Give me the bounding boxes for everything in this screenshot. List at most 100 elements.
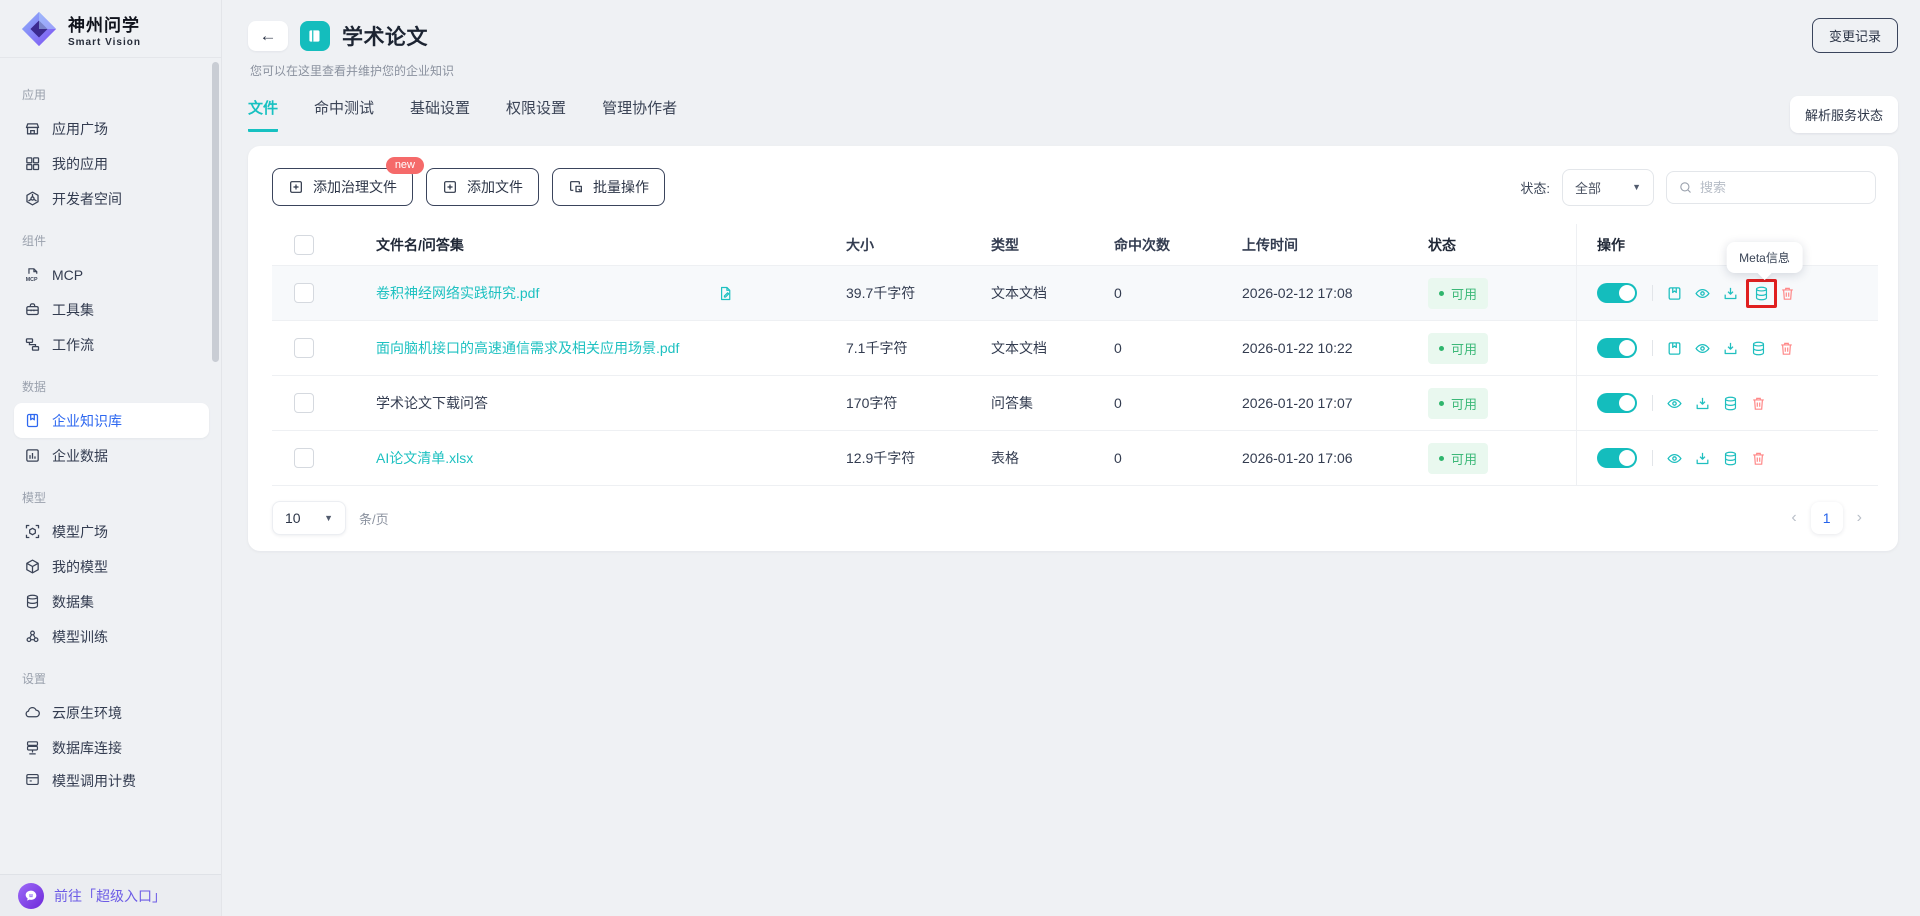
status-badge: 可用 bbox=[1428, 332, 1489, 364]
change-log-button[interactable]: 变更记录 bbox=[1811, 18, 1898, 53]
sidebar-scrollbar-thumb[interactable] bbox=[212, 62, 219, 362]
batch-operations-button[interactable]: 批量操作 bbox=[552, 168, 665, 206]
trash-icon bbox=[1779, 285, 1796, 302]
sidebar-item-workflow[interactable]: 工作流 bbox=[14, 327, 209, 362]
tab-hit-test[interactable]: 命中测试 bbox=[314, 97, 374, 132]
enable-toggle[interactable] bbox=[1597, 283, 1637, 303]
sidebar-item-knowledge-base[interactable]: 企业知识库 bbox=[14, 403, 209, 438]
row-checkbox[interactable] bbox=[294, 283, 314, 303]
cloud-icon bbox=[24, 704, 41, 721]
sidebar-item-enterprise-data[interactable]: 企业数据 bbox=[14, 438, 209, 473]
sidebar-item-my-models[interactable]: 我的模型 bbox=[14, 549, 209, 584]
current-page-button[interactable]: 1 bbox=[1810, 502, 1843, 534]
row-checkbox[interactable] bbox=[294, 393, 314, 413]
toolbox-icon bbox=[24, 301, 41, 318]
bar-chart-icon bbox=[24, 447, 41, 464]
file-edit-icon[interactable] bbox=[717, 285, 734, 302]
database-icon bbox=[1750, 340, 1767, 357]
brand-name: 神州问学 Smart Vision bbox=[68, 11, 141, 48]
preview-button[interactable] bbox=[1694, 285, 1711, 302]
trash-icon bbox=[1750, 395, 1767, 412]
file-name-link[interactable]: 卷积神经网络实践研究.pdf bbox=[376, 283, 539, 303]
row-checkbox[interactable] bbox=[294, 448, 314, 468]
bookmark-button[interactable] bbox=[1666, 340, 1683, 357]
download-button[interactable] bbox=[1722, 285, 1739, 302]
tab-permission-settings[interactable]: 权限设置 bbox=[506, 97, 566, 132]
delete-button[interactable] bbox=[1750, 450, 1767, 467]
main-content: ← 学术论文 变更记录 您可以在这里查看并维护您的企业知识 文件 命中测试 基础… bbox=[222, 0, 1920, 916]
sidebar-item-model-market[interactable]: 模型广场 bbox=[14, 514, 209, 549]
super-portal-icon bbox=[18, 882, 44, 909]
tab-collaborators[interactable]: 管理协作者 bbox=[602, 97, 677, 132]
table-row: 卷积神经网络实践研究.pdf 39.7千字符 文本文档 0 2026-02-12… bbox=[272, 241, 1878, 321]
sidebar-item-mcp[interactable]: MCP bbox=[14, 257, 209, 292]
preview-button[interactable] bbox=[1694, 340, 1711, 357]
sidebar-item-app-market[interactable]: 应用广场 bbox=[14, 111, 209, 146]
section-label-settings: 设置 bbox=[22, 672, 47, 686]
database-icon bbox=[1722, 395, 1739, 412]
status-filter-select[interactable]: 全部 ▼ bbox=[1562, 168, 1654, 206]
meta-info-button[interactable] bbox=[1722, 395, 1739, 412]
sidebar-item-my-apps[interactable]: 我的应用 bbox=[14, 146, 209, 181]
delete-button[interactable] bbox=[1750, 395, 1767, 412]
file-name-link[interactable]: 面向脑机接口的高速通信需求及相关应用场景.pdf bbox=[376, 338, 679, 358]
upload-time: 2026-01-22 10:22 bbox=[1242, 340, 1353, 356]
batch-icon bbox=[568, 179, 584, 195]
page-subtitle: 您可以在这里查看并维护您的企业知识 bbox=[250, 64, 455, 78]
trash-icon bbox=[1750, 450, 1767, 467]
per-page-label: 条/页 bbox=[359, 511, 389, 527]
sidebar-item-dev-space[interactable]: 开发者空间 bbox=[14, 181, 209, 216]
file-size: 170字符 bbox=[846, 395, 898, 411]
delete-button[interactable] bbox=[1778, 340, 1795, 357]
bookmark-button[interactable] bbox=[1666, 285, 1683, 302]
col-header-upload-time: 上传时间 bbox=[1242, 236, 1298, 253]
sidebar-item-model-training[interactable]: 模型训练 bbox=[14, 619, 209, 654]
eye-icon bbox=[1666, 450, 1683, 467]
row-checkbox[interactable] bbox=[294, 338, 314, 358]
table-row: 学术论文下载问答 170字符 问答集 0 2026-01-20 17:07 可用 bbox=[272, 376, 1878, 431]
add-governance-file-button[interactable]: 添加治理文件 new bbox=[272, 157, 424, 206]
meta-info-button[interactable] bbox=[1722, 450, 1739, 467]
download-icon bbox=[1722, 340, 1739, 357]
download-button[interactable] bbox=[1694, 450, 1711, 467]
divider bbox=[1652, 340, 1653, 356]
divider bbox=[1652, 450, 1653, 466]
upload-time: 2026-01-20 17:07 bbox=[1242, 395, 1353, 411]
tab-basic-settings[interactable]: 基础设置 bbox=[410, 97, 470, 132]
add-file-button[interactable]: 添加文件 bbox=[426, 168, 539, 206]
next-page-button[interactable]: › bbox=[1857, 509, 1862, 527]
parse-service-status-button[interactable]: 解析服务状态 bbox=[1789, 96, 1898, 133]
preview-button[interactable] bbox=[1666, 395, 1683, 412]
new-badge: new bbox=[385, 157, 424, 174]
download-button[interactable] bbox=[1722, 340, 1739, 357]
brand-title: 神州问学 bbox=[68, 15, 140, 35]
status-badge: 可用 bbox=[1428, 387, 1489, 419]
download-button[interactable] bbox=[1694, 395, 1711, 412]
page-size-select[interactable]: 10 ▼ bbox=[272, 501, 346, 535]
back-button[interactable]: ← bbox=[248, 20, 288, 51]
file-table: 文件名/问答集 大小 类型 命中次数 上传时间 状态 操作 卷积神经网络实践研究… bbox=[272, 224, 1878, 486]
sidebar-item-billing[interactable]: 模型调用计费 bbox=[14, 765, 209, 787]
select-all-checkbox[interactable] bbox=[294, 234, 314, 255]
prev-page-button[interactable]: ‹ bbox=[1791, 509, 1796, 527]
billing-icon bbox=[24, 771, 41, 787]
enable-toggle[interactable] bbox=[1597, 338, 1637, 358]
meta-info-button[interactable] bbox=[1750, 340, 1767, 357]
meta-info-button[interactable] bbox=[1753, 285, 1770, 302]
sidebar-item-cloud-native[interactable]: 云原生环境 bbox=[14, 695, 209, 730]
delete-button[interactable] bbox=[1779, 285, 1796, 302]
meta-tooltip: Meta信息 bbox=[1726, 241, 1803, 273]
sidebar-item-datasets[interactable]: 数据集 bbox=[14, 584, 209, 619]
super-portal-bar[interactable]: 前往「超级入口」 bbox=[0, 874, 221, 916]
trash-icon bbox=[1778, 340, 1795, 357]
enable-toggle[interactable] bbox=[1597, 448, 1637, 468]
sidebar-item-db-connection[interactable]: 数据库连接 bbox=[14, 730, 209, 765]
upload-time: 2026-01-20 17:06 bbox=[1242, 450, 1353, 466]
file-name-link[interactable]: AI论文清单.xlsx bbox=[376, 448, 473, 468]
enable-toggle[interactable] bbox=[1597, 393, 1637, 413]
search-input[interactable] bbox=[1700, 179, 1850, 195]
preview-button[interactable] bbox=[1666, 450, 1683, 467]
super-portal-label: 前往「超级入口」 bbox=[54, 887, 166, 904]
tab-files[interactable]: 文件 bbox=[248, 97, 279, 132]
sidebar-item-toolset[interactable]: 工具集 bbox=[14, 292, 209, 327]
